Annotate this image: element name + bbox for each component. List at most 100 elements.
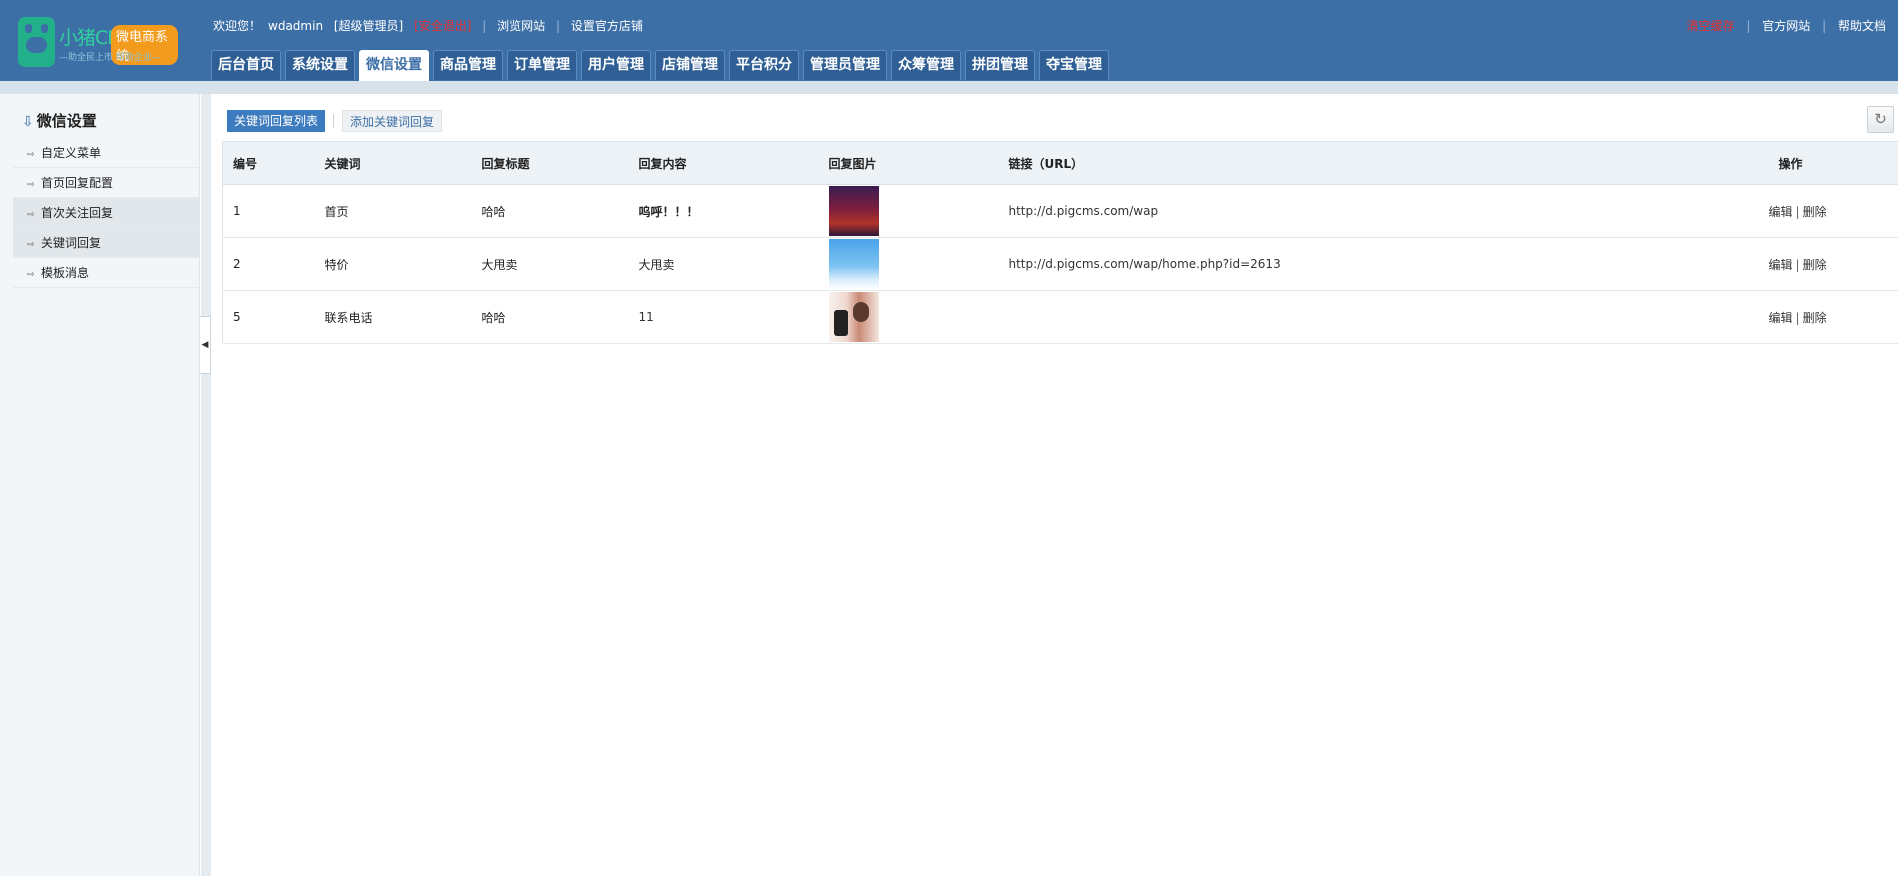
tab-keyword-reply-list[interactable]: 关键词回复列表 — [227, 110, 326, 132]
triangle-left-icon: ◀ — [201, 340, 209, 350]
cell-ops: 编辑 | 删除 — [1758, 290, 1898, 344]
cell-image — [818, 290, 999, 344]
logout-link[interactable]: [安全退出] — [414, 19, 471, 33]
sidebar-item-label: 首页回复配置 — [41, 176, 114, 190]
delete-link[interactable]: 删除 — [1803, 311, 1827, 325]
cell-image — [818, 184, 999, 238]
clear-cache-link[interactable]: 清空缓存 — [1687, 19, 1735, 33]
refresh-button[interactable]: ↻ — [1867, 106, 1894, 133]
main-nav: 后台首页 系统设置 微信设置 商品管理 订单管理 用户管理 店铺管理 平台积分 … — [211, 50, 1109, 81]
sidebar-title: ⇩ 微信设置 — [22, 110, 97, 131]
nav-tab-orders[interactable]: 订单管理 — [507, 50, 577, 80]
col-image: 回复图片 — [818, 141, 999, 185]
edit-link[interactable]: 编辑 — [1769, 205, 1793, 219]
nav-tab-system[interactable]: 系统设置 — [285, 50, 355, 80]
sidebar-title-text: 微信设置 — [36, 112, 97, 130]
collapse-sidebar-toggle[interactable]: ◀ — [200, 316, 211, 374]
arrow-right-icon: ⇨ — [27, 150, 35, 160]
col-ops: 操作 — [1758, 141, 1898, 185]
keyword-reply-table: 编号 关键词 回复标题 回复内容 回复图片 链接（URL） 操作 1 首页 哈哈… — [222, 141, 1898, 344]
cell-content: 呜呼！！！ — [628, 184, 819, 238]
sidebar-item-label: 首次关注回复 — [41, 206, 114, 220]
col-title: 回复标题 — [471, 141, 629, 185]
cell-title: 哈哈 — [471, 290, 629, 344]
official-site-link[interactable]: 官方网站 — [1762, 19, 1810, 33]
sidebar-item-label: 自定义菜单 — [41, 146, 102, 160]
browse-site-link[interactable]: 浏览网站 — [497, 19, 545, 33]
nav-tab-group-buy[interactable]: 拼团管理 — [965, 50, 1035, 80]
arrow-right-icon: ⇨ — [27, 180, 35, 190]
delete-link[interactable]: 删除 — [1803, 205, 1827, 219]
arrow-right-icon: ⇨ — [27, 240, 35, 250]
tab-divider — [333, 114, 335, 128]
cell-id: 1 — [222, 184, 315, 238]
cell-keyword: 联系电话 — [314, 290, 472, 344]
nav-tab-admins[interactable]: 管理员管理 — [803, 50, 887, 80]
table-row: 1 首页 哈哈 呜呼！！！ http://d.pigcms.com/wap 编辑… — [222, 184, 1898, 238]
delete-link[interactable]: 删除 — [1803, 258, 1827, 272]
header: 小猪CMS 微电商系统 —助全民上市 帮助企业— 欢迎您！ wdadmin [超级… — [0, 0, 1898, 81]
main-content: 关键词回复列表 添加关键词回复 ↻ 编号 关键词 回复标题 回复内容 回复图片 … — [211, 94, 1898, 876]
sidebar-item-keyword-reply[interactable]: ⇨ 关键词回复 — [13, 228, 200, 258]
cell-ops: 编辑 | 删除 — [1758, 184, 1898, 238]
reply-image-thumbnail[interactable] — [828, 186, 879, 236]
cell-link: http://d.pigcms.com/wap/home.php?id=2613 — [998, 237, 1759, 291]
cell-image — [818, 237, 999, 291]
nav-tab-stores[interactable]: 店铺管理 — [655, 50, 725, 80]
table-header-row: 编号 关键词 回复标题 回复内容 回复图片 链接（URL） 操作 — [222, 141, 1898, 185]
col-keyword: 关键词 — [314, 141, 472, 185]
cell-id: 5 — [222, 290, 315, 344]
header-divider — [0, 81, 1898, 94]
cell-title: 大甩卖 — [471, 237, 629, 291]
nav-tab-users[interactable]: 用户管理 — [581, 50, 651, 80]
sidebar-menu: ⇨ 自定义菜单 ⇨ 首页回复配置 ⇨ 首次关注回复 ⇨ 关键词回复 ⇨ 模板消息 — [13, 138, 200, 288]
reply-image-thumbnail[interactable] — [828, 239, 879, 289]
refresh-icon: ↻ — [1874, 110, 1887, 128]
nav-tab-products[interactable]: 商品管理 — [433, 50, 503, 80]
tab-add-keyword-reply[interactable]: 添加关键词回复 — [342, 110, 443, 132]
top-right-links: 清空缓存 | 官方网站 | 帮助文档 — [1686, 19, 1886, 33]
down-arrow-icon: ⇩ — [22, 114, 34, 130]
cell-title: 哈哈 — [471, 184, 629, 238]
table-row: 2 特价 大甩卖 大甩卖 http://d.pigcms.com/wap/hom… — [222, 237, 1898, 291]
arrow-right-icon: ⇨ — [27, 270, 35, 280]
cell-link: http://d.pigcms.com/wap — [998, 184, 1759, 238]
reply-image-thumbnail[interactable] — [828, 292, 879, 342]
sidebar-item-home-reply[interactable]: ⇨ 首页回复配置 — [13, 168, 200, 198]
logo[interactable]: 小猪CMS 微电商系统 —助全民上市 帮助企业— — [18, 17, 178, 69]
cell-content: 大甩卖 — [628, 237, 819, 291]
col-content: 回复内容 — [628, 141, 819, 185]
nav-tab-treasure[interactable]: 夺宝管理 — [1039, 50, 1109, 80]
sidebar-item-template-message[interactable]: ⇨ 模板消息 — [13, 258, 200, 288]
nav-tab-home[interactable]: 后台首页 — [211, 50, 281, 80]
welcome-text: 欢迎您！ — [213, 19, 262, 33]
sidebar-item-label: 模板消息 — [41, 266, 90, 280]
pig-logo-icon — [18, 17, 55, 67]
arrow-right-icon: ⇨ — [27, 210, 35, 220]
edit-link[interactable]: 编辑 — [1769, 311, 1793, 325]
cell-keyword: 特价 — [314, 237, 472, 291]
col-link: 链接（URL） — [998, 141, 1759, 185]
sidebar-item-custom-menu[interactable]: ⇨ 自定义菜单 — [13, 138, 200, 168]
logo-slogan: —助全民上市 帮助企业— — [59, 53, 161, 63]
help-docs-link[interactable]: 帮助文档 — [1838, 19, 1886, 33]
username: wdadmin — [268, 19, 324, 33]
table-row: 5 联系电话 哈哈 11 编辑 | 删除 — [222, 290, 1898, 344]
cell-keyword: 首页 — [314, 184, 472, 238]
col-id: 编号 — [222, 141, 315, 185]
cell-id: 2 — [222, 237, 315, 291]
sidebar: ⇩ 微信设置 ⇨ 自定义菜单 ⇨ 首页回复配置 ⇨ 首次关注回复 ⇨ 关键词回复 ⇨ 模板消… — [0, 94, 200, 876]
cell-link — [998, 290, 1759, 344]
set-official-store-link[interactable]: 设置官方店铺 — [571, 19, 643, 33]
sidebar-item-first-follow-reply[interactable]: ⇨ 首次关注回复 — [13, 198, 200, 228]
role-badge: [超级管理员] — [333, 19, 404, 33]
nav-tab-wechat[interactable]: 微信设置 — [359, 50, 429, 81]
sidebar-item-label: 关键词回复 — [41, 236, 102, 250]
top-user-bar: 欢迎您！ wdadmin [超级管理员] [安全退出] | 浏览网站 | 设置官方… — [213, 19, 643, 33]
cell-content: 11 — [628, 290, 819, 344]
nav-tab-crowdfunding[interactable]: 众筹管理 — [891, 50, 961, 80]
content-tabs: 关键词回复列表 添加关键词回复 — [227, 110, 443, 132]
cell-ops: 编辑 | 删除 — [1758, 237, 1898, 291]
edit-link[interactable]: 编辑 — [1769, 258, 1793, 272]
nav-tab-points[interactable]: 平台积分 — [729, 50, 799, 80]
